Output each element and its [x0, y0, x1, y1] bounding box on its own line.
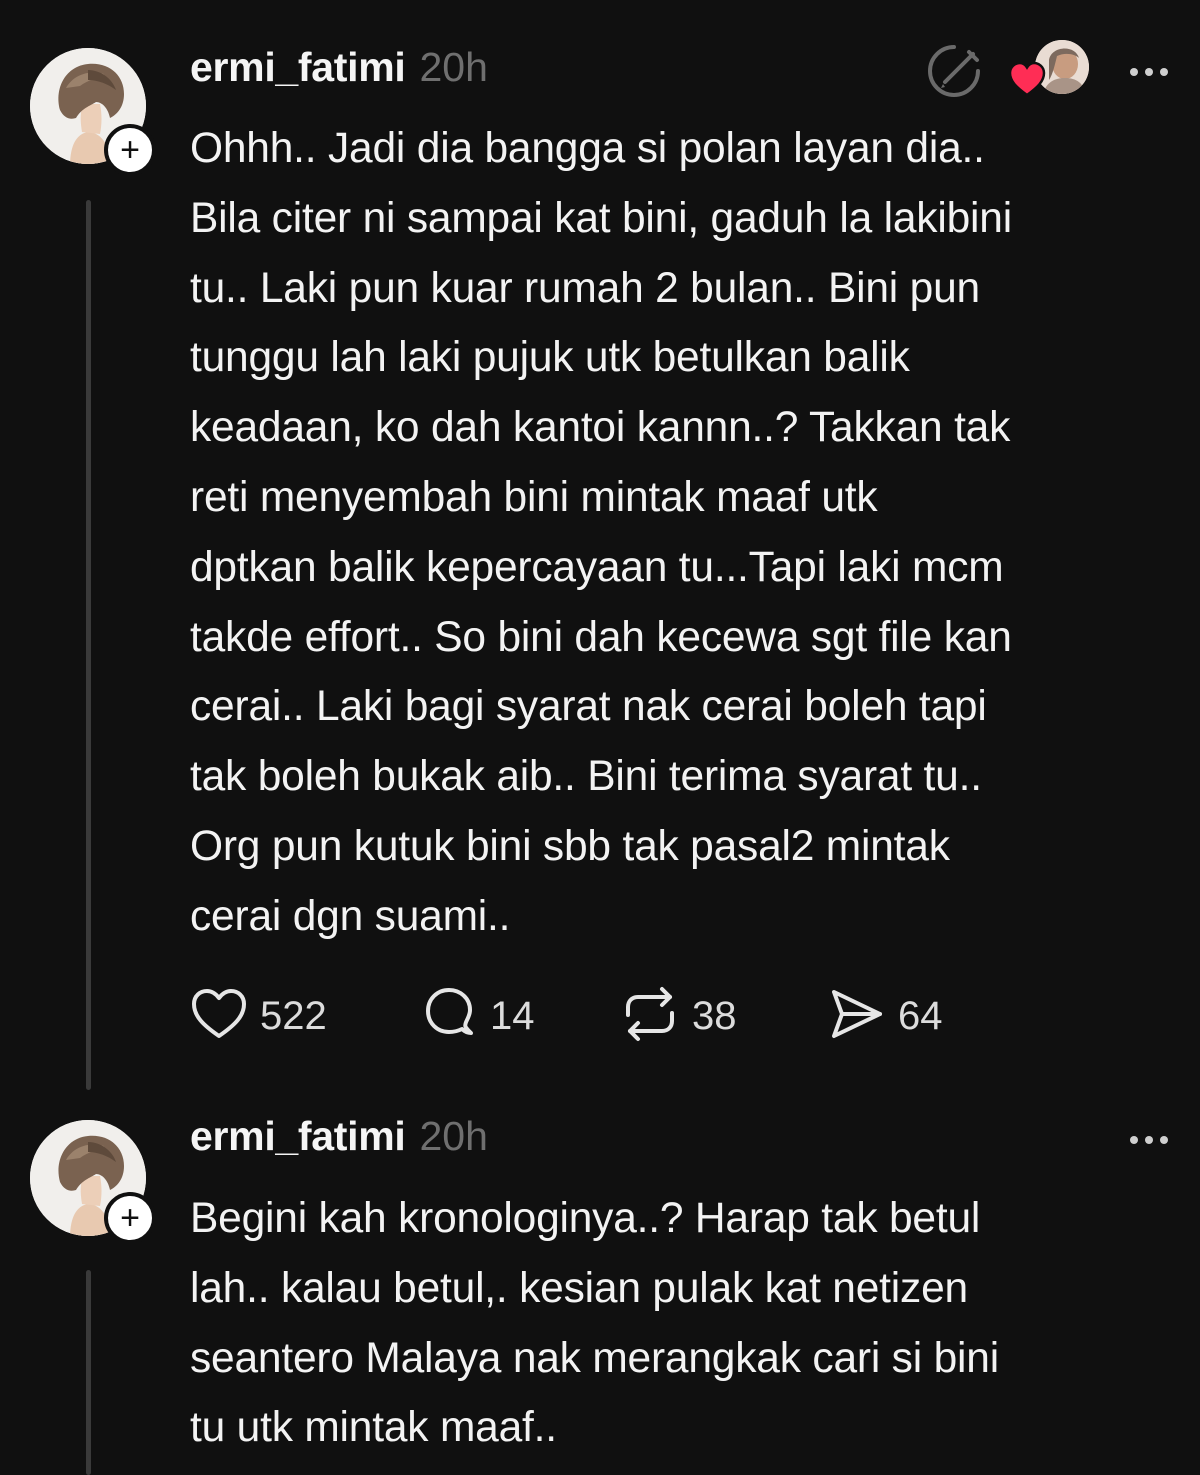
reply-count: 14 — [490, 993, 535, 1038]
post-text-line: tu utk mintak maaf.. — [190, 1404, 557, 1452]
post-time: 20h — [419, 44, 488, 90]
share-button[interactable]: 64 — [828, 984, 943, 1048]
username[interactable]: ermi_fatimi — [190, 44, 406, 91]
comment-icon — [420, 985, 478, 1048]
follow-button[interactable]: + — [104, 124, 156, 176]
post-body: Begini kah kronologinya..? Harap tak bet… — [190, 1184, 1198, 1463]
reply-button[interactable]: 14 — [420, 984, 535, 1048]
post-header: ermi_fatimi 20h — [190, 44, 488, 100]
like-count: 522 — [260, 993, 327, 1038]
post-text-line: seantero Malaya nak merangkak cari si bi… — [190, 1334, 999, 1382]
post-text-line: lah.. kalau betul,. kesian pulak kat net… — [190, 1264, 968, 1312]
repost-icon — [620, 985, 680, 1048]
post-text-line: tunggu lah laki pujuk utk betulkan balik — [190, 334, 910, 382]
thread-line — [86, 1270, 91, 1475]
post-text-line: Org pun kutuk bini sbb tak pasal2 mintak — [190, 822, 950, 870]
heart-icon — [190, 987, 248, 1046]
more-icon[interactable] — [1130, 1136, 1168, 1144]
post-text-line: cerai.. Laki bagi syarat nak cerai boleh… — [190, 683, 987, 731]
send-icon — [828, 986, 886, 1047]
post-text-line: reti menyembah bini mintak maaf utk — [190, 473, 878, 521]
post-header: ermi_fatimi 20h — [190, 1113, 488, 1169]
more-icon[interactable] — [1130, 68, 1168, 76]
post-text-line: tu.. Laki pun kuar rumah 2 bulan.. Bini … — [190, 264, 980, 312]
thread-line — [86, 200, 91, 1090]
post-text-line: cerai dgn suami.. — [190, 892, 511, 940]
repost-button[interactable]: 38 — [620, 984, 737, 1048]
post-text-line: Bila citer ni sampai kat bini, gaduh la … — [190, 194, 1012, 242]
repost-count: 38 — [692, 993, 737, 1038]
follow-button[interactable]: + — [104, 1192, 156, 1244]
post-text-line: Begini kah kronologinya..? Harap tak bet… — [190, 1195, 981, 1242]
thread-post: + ermi_fatimi 20h Ohhh.. Jadi dia bangga… — [0, 0, 1200, 1100]
heart-badge-icon — [1008, 61, 1046, 103]
post-time: 20h — [419, 1113, 488, 1159]
thread-post: + ermi_fatimi 20h Begini kah kronologiny… — [0, 1100, 1200, 1475]
post-text-line: Ohhh.. Jadi dia bangga si polan layan di… — [190, 125, 985, 172]
post-text-line: dptkan balik kepercayaan tu...Tapi laki … — [190, 543, 1004, 591]
post-text-line: keadaan, ko dah kantoi kannn..? Takkan t… — [190, 404, 1011, 452]
username[interactable]: ermi_fatimi — [190, 1113, 406, 1160]
post-body: Ohhh.. Jadi dia bangga si polan layan di… — [190, 114, 1198, 952]
edited-check-icon[interactable] — [925, 42, 983, 105]
post-text-line: tak boleh bukak aib.. Bini terima syarat… — [190, 753, 982, 801]
share-count: 64 — [898, 993, 943, 1038]
post-text-line: takde effort.. So bini dah kecewa sgt fi… — [190, 613, 1012, 661]
like-button[interactable]: 522 — [190, 984, 327, 1048]
